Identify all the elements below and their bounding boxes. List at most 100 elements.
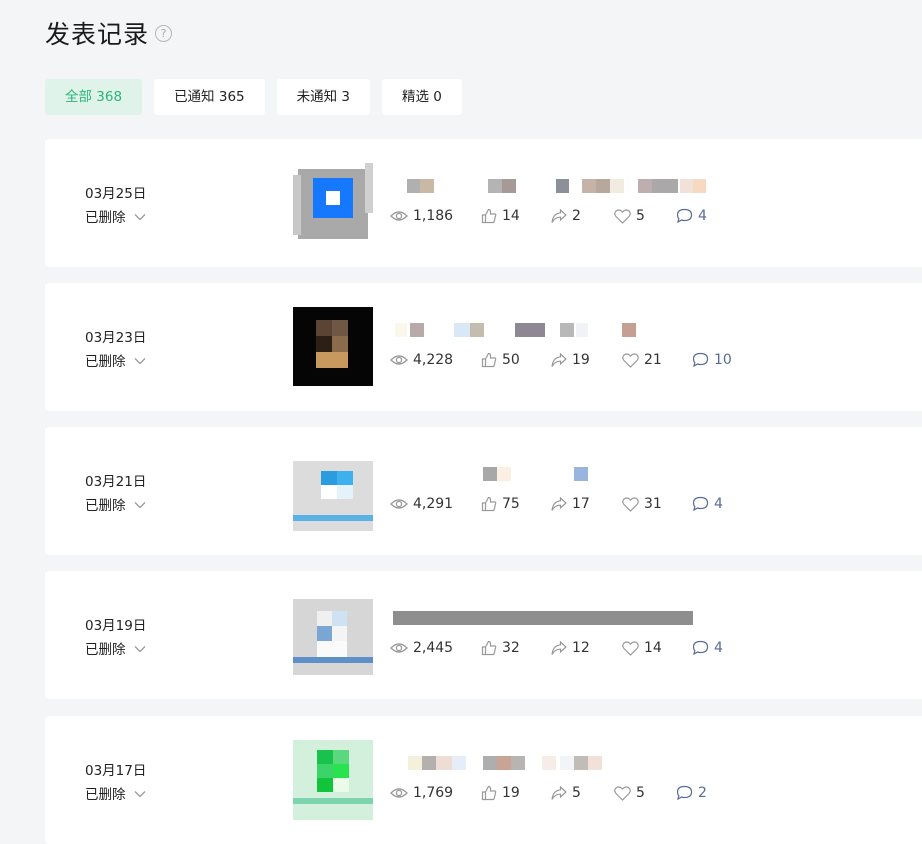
views-stat: 4,228	[390, 352, 481, 368]
eye-icon	[390, 788, 408, 798]
comments-count: 2	[698, 785, 707, 801]
favorites-count: 21	[644, 352, 662, 368]
thumbs-up-icon	[481, 352, 497, 368]
post-stats: 1,769 19 5 5 2	[390, 785, 707, 801]
post-stats: 4,228 50 19 21 10	[390, 352, 732, 368]
status-dropdown[interactable]: 已删除	[85, 350, 146, 370]
status-label: 已删除	[85, 642, 126, 658]
likes-count: 14	[502, 208, 520, 224]
views-count: 4,291	[413, 496, 454, 512]
share-icon	[551, 208, 567, 223]
likes-count: 19	[502, 785, 520, 801]
heart-icon	[614, 785, 631, 801]
shares-stat: 17	[551, 496, 622, 512]
favorites-count: 5	[636, 785, 645, 801]
post-card[interactable]: 03月23日 已删除 4,228 50 19 21 10	[45, 283, 922, 411]
thumbs-up-icon	[481, 208, 497, 224]
status-label: 已删除	[85, 498, 126, 514]
comment-icon	[692, 496, 709, 512]
post-card[interactable]: 03月19日 已删除 2,445 32 12 14 4	[45, 571, 922, 699]
views-count: 2,445	[413, 640, 454, 656]
comments-stat[interactable]: 10	[692, 352, 732, 368]
likes-count: 75	[502, 496, 520, 512]
status-dropdown[interactable]: 已删除	[85, 638, 146, 658]
status-dropdown[interactable]: 已删除	[85, 206, 146, 226]
shares-count: 5	[572, 785, 581, 801]
post-thumbnail[interactable]	[293, 451, 373, 533]
shares-stat: 12	[551, 640, 622, 656]
favorites-stat: 31	[622, 496, 692, 512]
post-card[interactable]: 03月25日 已删除 1,186 14 2 5 4	[45, 139, 922, 267]
share-icon	[551, 496, 567, 511]
chevron-down-icon	[134, 353, 146, 369]
status-dropdown[interactable]: 已删除	[85, 494, 146, 514]
shares-count: 17	[572, 496, 590, 512]
status-label: 已删除	[85, 210, 126, 226]
post-thumbnail[interactable]	[293, 163, 373, 245]
shares-stat: 2	[551, 208, 614, 224]
share-icon	[551, 785, 567, 800]
tab-all[interactable]: 全部 368	[45, 79, 143, 115]
views-stat: 4,291	[390, 496, 481, 512]
post-date: 03月17日	[85, 763, 147, 779]
tab-featured[interactable]: 精选 0	[382, 79, 462, 115]
shares-stat: 5	[551, 785, 614, 801]
favorites-count: 5	[636, 208, 645, 224]
status-dropdown[interactable]: 已删除	[85, 783, 146, 803]
status-label: 已删除	[85, 354, 126, 370]
likes-count: 50	[502, 352, 520, 368]
favorites-stat: 5	[614, 785, 676, 801]
post-date: 03月25日	[85, 186, 147, 202]
favorites-count: 31	[644, 496, 662, 512]
likes-count: 32	[502, 640, 520, 656]
likes-stat: 50	[481, 352, 551, 368]
thumbs-up-icon	[481, 496, 497, 512]
post-thumbnail[interactable]	[293, 595, 373, 677]
shares-count: 12	[572, 640, 590, 656]
comments-count: 10	[714, 352, 732, 368]
post-card[interactable]: 03月17日 已删除 1,769 19 5 5 2	[45, 716, 922, 844]
heart-icon	[622, 640, 639, 656]
favorites-stat: 21	[622, 352, 692, 368]
help-icon[interactable]: ?	[155, 25, 172, 42]
post-date: 03月23日	[85, 330, 147, 346]
post-card[interactable]: 03月21日 已删除 4,291 75 17 31 4	[45, 427, 922, 555]
status-label: 已删除	[85, 787, 126, 803]
tab-notified[interactable]: 已通知 365	[154, 79, 265, 115]
filter-tabs: 全部 368 已通知 365 未通知 3 精选 0	[45, 79, 462, 115]
comments-count: 4	[714, 496, 723, 512]
comments-stat[interactable]: 2	[676, 785, 707, 801]
favorites-stat: 14	[622, 640, 692, 656]
share-icon	[551, 640, 567, 655]
comments-count: 4	[698, 208, 707, 224]
eye-icon	[390, 499, 408, 509]
comments-stat[interactable]: 4	[676, 208, 707, 224]
likes-stat: 32	[481, 640, 551, 656]
views-count: 4,228	[413, 352, 454, 368]
likes-stat: 14	[481, 208, 551, 224]
chevron-down-icon	[134, 786, 146, 802]
chevron-down-icon	[134, 497, 146, 513]
shares-count: 19	[572, 352, 590, 368]
post-stats: 1,186 14 2 5 4	[390, 208, 707, 224]
eye-icon	[390, 211, 408, 221]
comment-icon	[692, 640, 709, 656]
post-thumbnail[interactable]	[293, 307, 373, 389]
views-count: 1,186	[413, 208, 454, 224]
eye-icon	[390, 355, 408, 365]
eye-icon	[390, 643, 408, 653]
shares-stat: 19	[551, 352, 622, 368]
comments-stat[interactable]: 4	[692, 640, 723, 656]
views-count: 1,769	[413, 785, 454, 801]
comment-icon	[676, 785, 693, 801]
thumbs-up-icon	[481, 640, 497, 656]
heart-icon	[622, 496, 639, 512]
post-stats: 2,445 32 12 14 4	[390, 640, 723, 656]
tab-not-notified[interactable]: 未通知 3	[276, 79, 371, 115]
post-thumbnail[interactable]	[293, 740, 373, 822]
comments-stat[interactable]: 4	[692, 496, 723, 512]
likes-stat: 19	[481, 785, 551, 801]
likes-stat: 75	[481, 496, 551, 512]
thumbs-up-icon	[481, 785, 497, 801]
comments-count: 4	[714, 640, 723, 656]
